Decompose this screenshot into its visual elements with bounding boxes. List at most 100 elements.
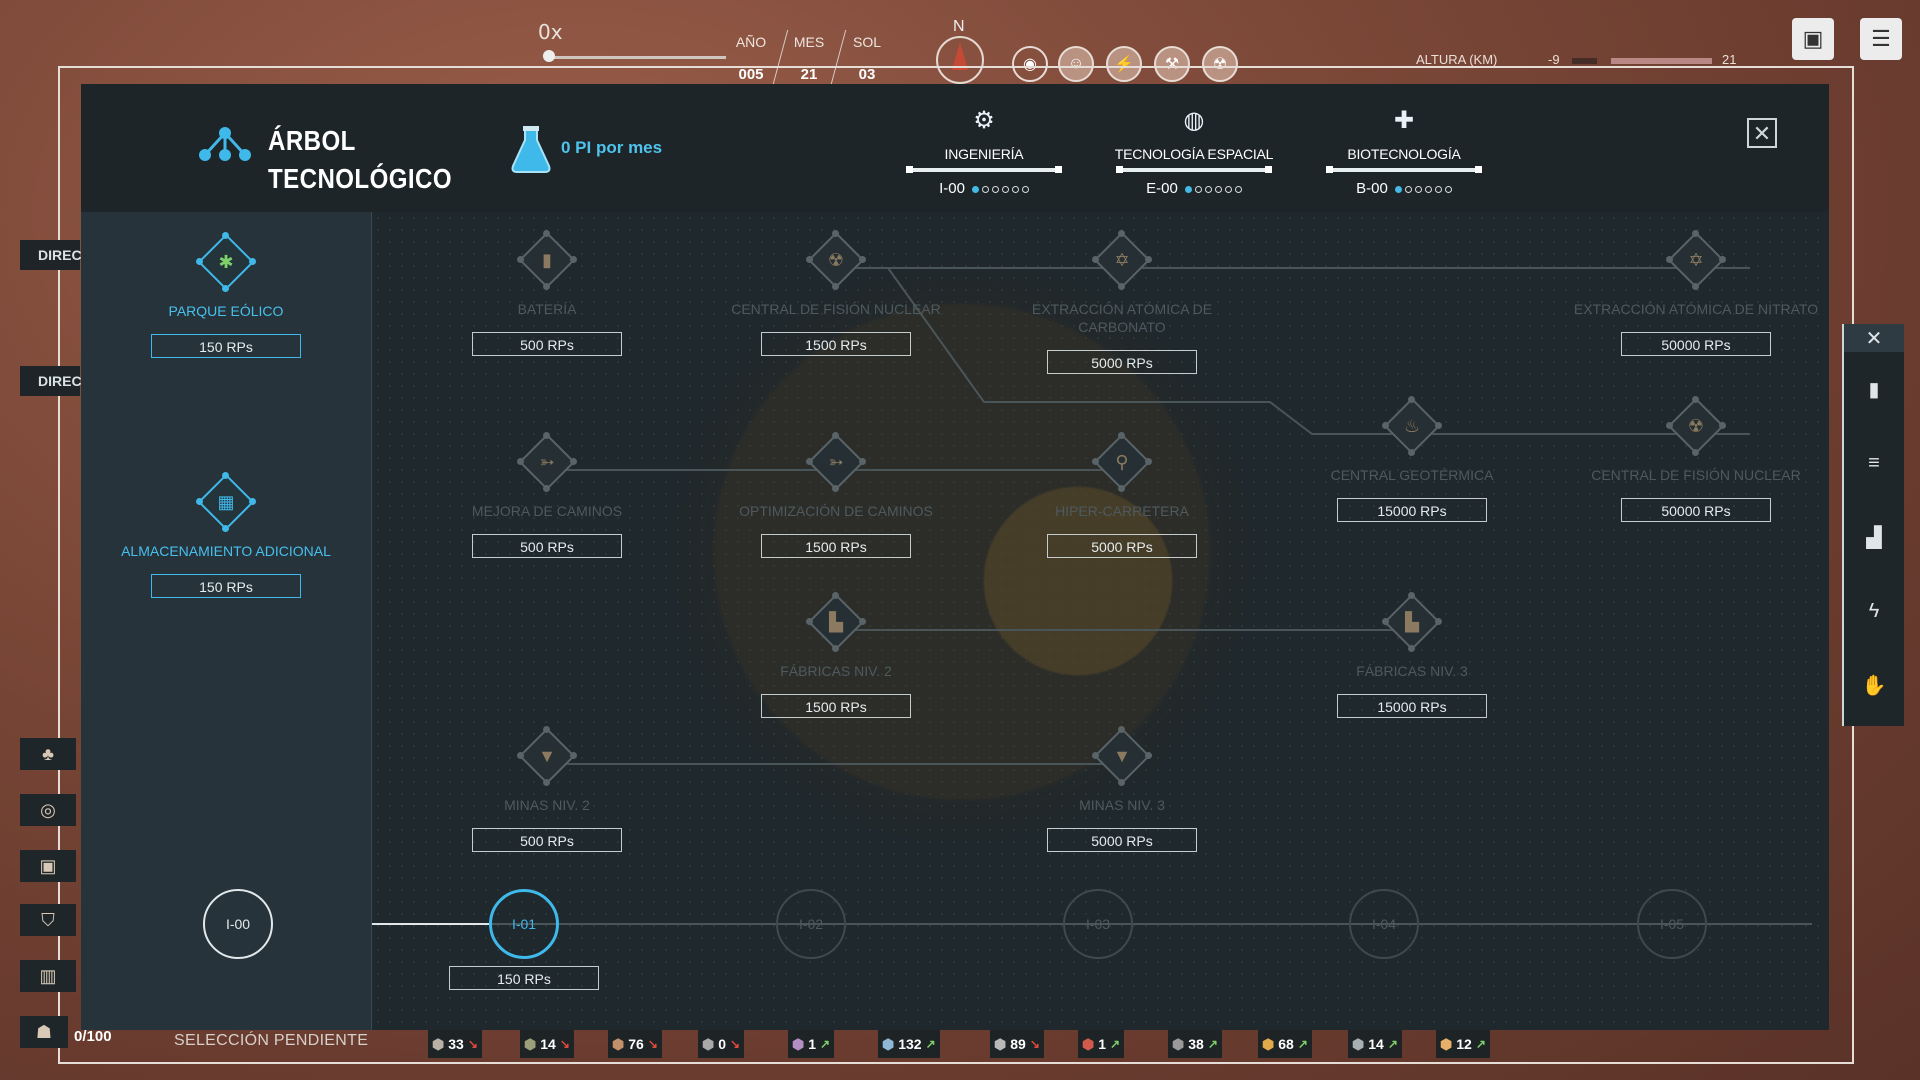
tech-cost: 5000 RPs	[1047, 534, 1197, 558]
tech-cost: 500 RPs	[472, 828, 622, 852]
resource-counter[interactable]: ⬢ 12 ↗	[1436, 1030, 1490, 1058]
date-display: AÑO MES SOL 005 21 03	[726, 28, 896, 84]
resource-icon: ⬢	[792, 1035, 805, 1052]
tech-node-fision1[interactable]: ☢ CENTRAL DE FISIÓN NUCLEAR 1500 RPs	[691, 230, 981, 356]
category-level: B-00	[1356, 180, 1388, 197]
drill-icon[interactable]: ≡	[1844, 426, 1904, 500]
resource-counter[interactable]: ⬢ 33 ↘	[428, 1030, 482, 1058]
resource-counter[interactable]: ⬢ 1 ↗	[1078, 1030, 1125, 1058]
crates-icon: ▦	[217, 491, 235, 512]
stats-icon[interactable]: ▮	[1844, 352, 1904, 426]
resource-counter[interactable]: ⬢ 76 ↘	[608, 1030, 662, 1058]
tech-node-geoterm[interactable]: ♨ CENTRAL GEOTÉRMICA 15000 RPs	[1267, 396, 1557, 522]
tech-cost: 500 RPs	[472, 534, 622, 558]
level-node[interactable]: I-03	[1063, 889, 1133, 959]
level-node[interactable]: I-02	[776, 889, 846, 959]
power-view-button[interactable]: ⚡	[1106, 46, 1142, 82]
resource-value: 132	[898, 1036, 922, 1052]
resource-icon: ⬢	[702, 1035, 715, 1052]
tech-node-extra-storage[interactable]: ▦ ALMACENAMIENTO ADICIONAL 150 RPs	[81, 472, 371, 598]
oxygen-view-button[interactable]: ☢	[1202, 46, 1238, 82]
top-hud: 0x AÑO MES SOL 005 21 03 N ◉ ☺ ⚡ ⚒ ☢ ALT…	[0, 0, 1920, 90]
eye-icon[interactable]: ◎	[20, 794, 76, 826]
resource-counter[interactable]: ⬢ 132 ↗	[878, 1030, 940, 1058]
factory-icon: ▙	[1405, 611, 1419, 632]
level-dots	[1182, 180, 1242, 197]
tech-name: FÁBRICAS NIV. 3	[1356, 663, 1468, 679]
resource-counter[interactable]: ⬢ 14 ↗	[1348, 1030, 1402, 1058]
directive-tab-2[interactable]: DIREC	[20, 366, 82, 396]
tree-icon[interactable]: ♣	[20, 738, 76, 770]
category-engineering[interactable]: ⚙ INGENIERÍA I-00	[904, 106, 1064, 197]
nuclear-icon: ☢	[1687, 415, 1705, 436]
tech-node-nitrato[interactable]: ✡ EXTRACCIÓN ATÓMICA DE NITRATO 50000 RP…	[1551, 230, 1829, 356]
trend-up-icon: ↗	[1475, 1037, 1486, 1051]
tech-node-minas3[interactable]: ▼ MINAS NIV. 3 5000 RPs	[977, 726, 1267, 852]
level-dot	[981, 186, 989, 193]
resource-counter[interactable]: ⬢ 38 ↗	[1168, 1030, 1222, 1058]
resource-counter[interactable]: ⬢ 0 ↘	[698, 1030, 745, 1058]
locate-icon[interactable]: ◉	[1012, 46, 1048, 82]
lightning-icon[interactable]: ϟ	[1844, 574, 1904, 648]
resource-value: 1	[808, 1036, 817, 1052]
tech-node-carbonato[interactable]: ✡ EXTRACCIÓN ATÓMICA DE CARBONATO 5000 R…	[977, 230, 1267, 374]
month-value: 21	[800, 66, 818, 83]
compass-north-label: N	[953, 18, 965, 35]
year-label: AÑO	[735, 34, 767, 50]
level-dot	[1194, 186, 1202, 193]
tools-icon[interactable]: ✕	[1844, 324, 1904, 352]
factory-icon: ▙	[829, 611, 843, 632]
tech-cost: 1500 RPs	[761, 694, 911, 718]
level-node-start: I-00	[203, 889, 273, 959]
buildings-icon[interactable]: ▥	[20, 960, 76, 992]
level-cost: 150 RPs	[449, 966, 599, 990]
level-node[interactable]: I-05	[1637, 889, 1707, 959]
tech-node-fision2[interactable]: ☢ CENTRAL DE FISIÓN NUCLEAR 50000 RPs	[1551, 396, 1829, 522]
title-line-2: TECNOLÓGICO	[268, 163, 452, 194]
tech-node-mejora[interactable]: ➳ MEJORA DE CAMINOS 500 RPs	[402, 432, 692, 558]
level-node-current[interactable]: I-01	[489, 889, 559, 959]
hand-icon[interactable]: ✋	[1844, 648, 1904, 722]
trend-down-icon: ↘	[647, 1037, 658, 1051]
category-biotech[interactable]: ✚ BIOTECNOLOGÍA B-00	[1324, 106, 1484, 197]
resource-counter[interactable]: ⬢ 14 ↘	[520, 1030, 574, 1058]
tech-node-minas2[interactable]: ▼ MINAS NIV. 2 500 RPs	[402, 726, 692, 852]
wind-turbine-icon: ✱	[218, 251, 234, 272]
tech-node-wind-park[interactable]: ✱ PARQUE EÓLICO 150 RPs	[81, 232, 371, 358]
pending-selection-label: SELECCIÓN PENDIENTE	[174, 1032, 369, 1049]
tech-node-bateria[interactable]: ▮ BATERÍA 500 RPs	[402, 230, 692, 356]
level-dot	[1184, 186, 1192, 193]
factory-icon[interactable]: ▟	[1844, 500, 1904, 574]
resource-counter[interactable]: ⬢ 89 ↘	[990, 1030, 1044, 1058]
close-button[interactable]: ✕	[1747, 118, 1777, 148]
category-label: TECNOLOGÍA ESPACIAL	[1114, 146, 1274, 162]
resource-counter[interactable]: ⬢ 1 ↗	[788, 1030, 835, 1058]
category-progress-bar	[1116, 166, 1272, 173]
resource-value: 14	[540, 1036, 556, 1052]
speed-slider[interactable]	[546, 56, 726, 59]
camera-icon[interactable]: ▣	[20, 850, 76, 882]
research-rate: 0 PI por mes	[561, 138, 663, 157]
tech-node-hiper[interactable]: ⚲ HIPER-CARRETERA 5000 RPs	[977, 432, 1267, 558]
resource-counter[interactable]: ⬢ 68 ↗	[1258, 1030, 1312, 1058]
menu-button[interactable]: ☰	[1860, 18, 1902, 60]
tech-tree-icon	[197, 126, 253, 167]
tool-view-button[interactable]: ⚒	[1154, 46, 1190, 82]
level-node[interactable]: I-04	[1349, 889, 1419, 959]
tech-node-fab2[interactable]: ▙ FÁBRICAS NIV. 2 1500 RPs	[691, 592, 981, 718]
tech-name: FÁBRICAS NIV. 2	[780, 663, 892, 679]
tech-name: MINAS NIV. 3	[1079, 797, 1165, 813]
tech-node-optim[interactable]: ➳ OPTIMIZACIÓN DE CAMINOS 1500 RPs	[691, 432, 981, 558]
page-title: ÁRBOL TECNOLÓGICO	[268, 122, 452, 198]
tech-node-fab3[interactable]: ▙ FÁBRICAS NIV. 3 15000 RPs	[1267, 592, 1557, 718]
speed-slider-handle[interactable]	[543, 50, 555, 62]
category-space-tech[interactable]: ◍ TECNOLOGÍA ESPACIAL E-00	[1114, 106, 1274, 197]
sol-label: SOL	[852, 34, 881, 50]
level-dots	[969, 180, 1029, 197]
shield-icon[interactable]: ⛉	[20, 904, 76, 936]
highway-icon: ⚲	[1115, 451, 1129, 472]
window-toggle-button[interactable]: ▣	[1792, 18, 1834, 60]
colonist-view-button[interactable]: ☺	[1058, 46, 1094, 82]
level-dot	[1404, 186, 1412, 193]
directive-tab-1[interactable]: DIREC	[20, 240, 82, 270]
